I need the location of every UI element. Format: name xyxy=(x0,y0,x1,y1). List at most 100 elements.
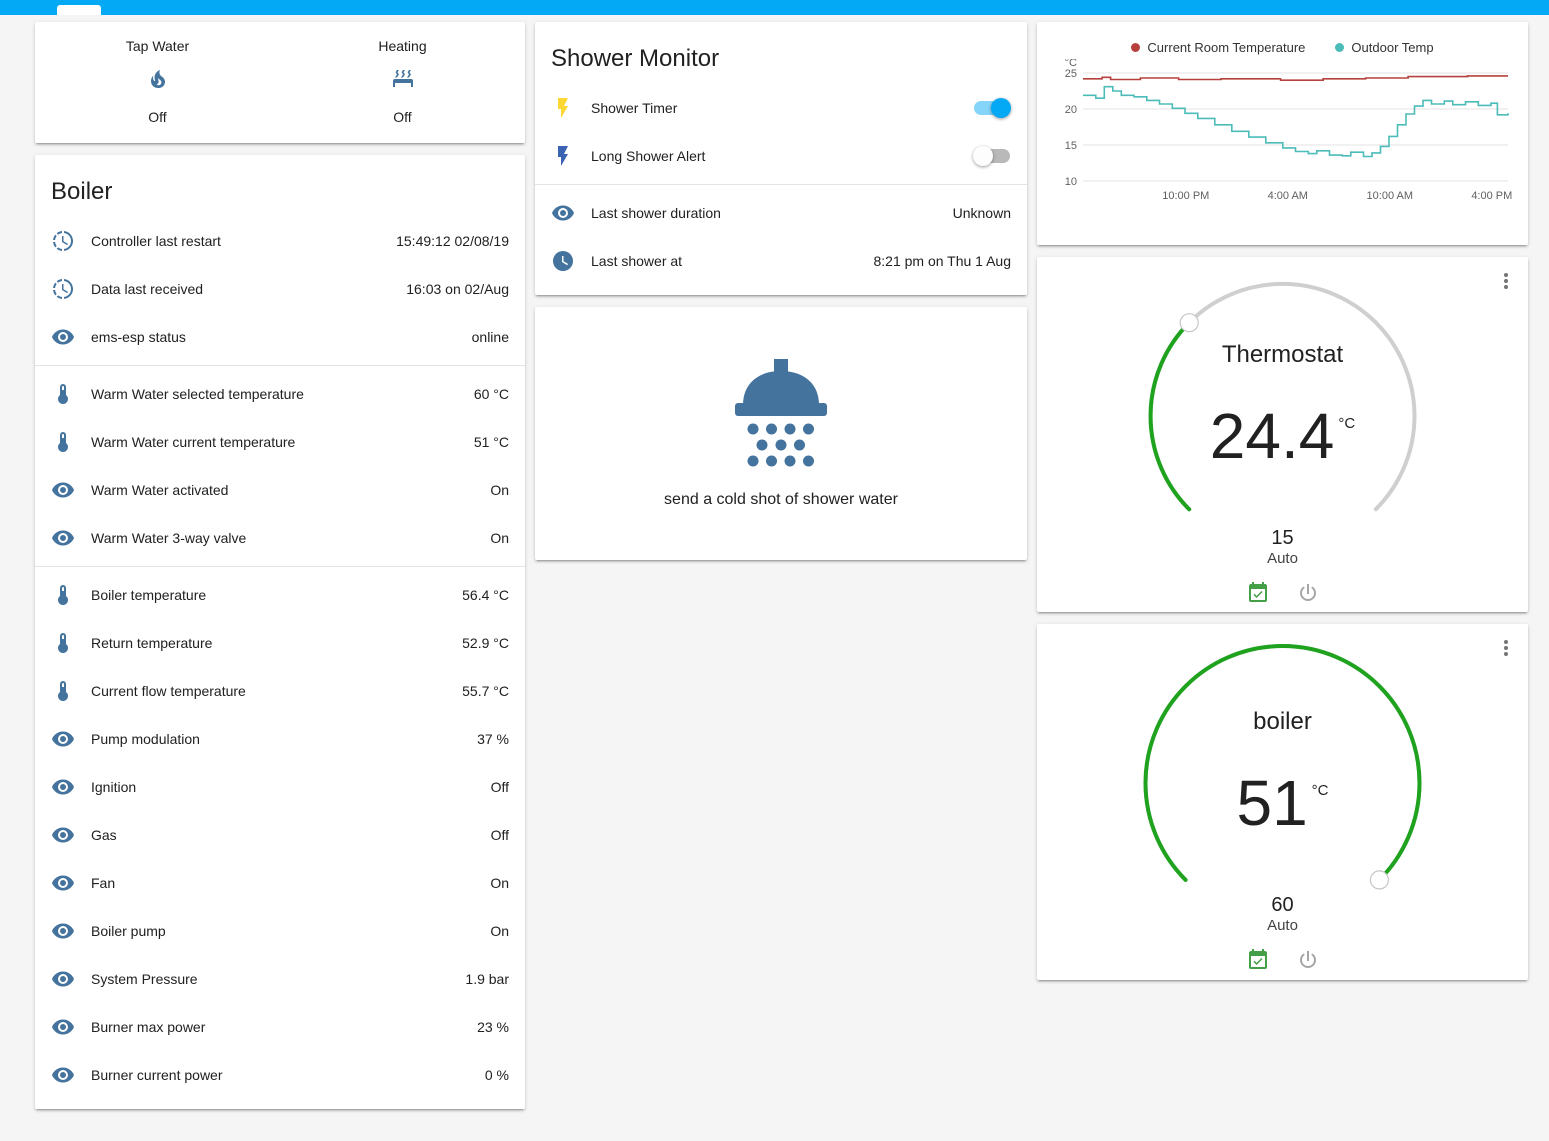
chart-legend: Current Room Temperature Outdoor Temp xyxy=(1049,32,1516,59)
entity-value: 60 °C xyxy=(474,386,509,402)
glance-item-tap-water[interactable]: Tap Water Off xyxy=(35,38,280,125)
entity-row-system-pressure[interactable]: System Pressure1.9 bar xyxy=(35,955,525,1003)
toggle-long-shower-alert[interactable] xyxy=(973,146,1011,166)
entity-row-shower-timer[interactable]: Shower Timer xyxy=(535,84,1027,132)
entity-row-return-temperature[interactable]: Return temperature 52.9 °C xyxy=(35,619,525,667)
series-outdoor-temp xyxy=(1083,87,1508,157)
top-app-bar xyxy=(0,0,1549,15)
glance-state: Off xyxy=(393,109,411,125)
thermometer-icon xyxy=(51,430,75,454)
dial-actions xyxy=(1037,947,1528,973)
legend-label: Outdoor Temp xyxy=(1351,40,1433,55)
y-tick-label: 20 xyxy=(1065,104,1077,116)
power-icon xyxy=(1296,948,1320,972)
row-icon-wrap xyxy=(551,201,591,225)
shower-action-card[interactable]: send a cold shot of shower water xyxy=(535,307,1027,560)
entity-value: On xyxy=(490,923,509,939)
toggle-knob xyxy=(991,98,1011,118)
entity-row-controller-last-restart[interactable]: Controller last restart15:49:12 02/08/19 xyxy=(35,217,525,265)
card-menu-button[interactable] xyxy=(1490,632,1522,664)
entity-row-ems-esp-status[interactable]: ems-esp statusonline xyxy=(35,313,525,361)
entity-row-boiler-temperature[interactable]: Boiler temperature56.4 °C xyxy=(35,571,525,619)
entity-row-gas[interactable]: Gas Off xyxy=(35,811,525,859)
unit-label: °C xyxy=(1312,752,1329,830)
x-tick-label: 10:00 AM xyxy=(1367,190,1413,202)
series-current-room-temperature xyxy=(1083,76,1508,80)
toggle-knob xyxy=(973,146,993,166)
power-icon xyxy=(1296,581,1320,605)
shower-icon xyxy=(720,359,842,469)
entity-row-current-flow-temperature[interactable]: Current flow temperature55.7 °C xyxy=(35,667,525,715)
entity-label: Burner current power xyxy=(91,1067,475,1083)
calendar-sync-button[interactable] xyxy=(1245,580,1271,606)
fire-icon xyxy=(146,67,170,91)
entity-label: Pump modulation xyxy=(91,731,467,747)
row-icon-wrap xyxy=(51,871,91,895)
shower-monitor-card: Shower Monitor Shower Timer Long Shower A… xyxy=(535,22,1027,295)
row-icon-wrap xyxy=(51,727,91,751)
row-icon-wrap xyxy=(51,1015,91,1039)
thermometer-icon xyxy=(51,583,75,607)
entity-label: Burner max power xyxy=(91,1019,467,1035)
eye-icon xyxy=(51,325,75,349)
power-button[interactable] xyxy=(1295,947,1321,973)
toggle-shower-timer[interactable] xyxy=(973,98,1011,118)
entity-row-burner-max-power[interactable]: Burner max power23 % xyxy=(35,1003,525,1051)
shower-monitor-title: Shower Monitor xyxy=(535,22,1027,84)
entity-label: Fan xyxy=(91,875,480,891)
entity-row-data-last-received[interactable]: Data last received16:03 on 02/Aug xyxy=(35,265,525,313)
x-tick-label: 10:00 PM xyxy=(1162,190,1209,202)
entity-row-last-shower-duration[interactable]: Last shower durationUnknown xyxy=(535,189,1027,237)
entity-row-burner-current-power[interactable]: Burner current power0 % xyxy=(35,1051,525,1099)
row-icon-wrap xyxy=(51,382,91,406)
entity-label: Long Shower Alert xyxy=(591,148,963,164)
entity-value: 37 % xyxy=(477,731,509,747)
card-menu-button[interactable] xyxy=(1490,265,1522,297)
unit-label: °C xyxy=(1338,385,1355,463)
entity-row-boiler-pump[interactable]: Boiler pumpOn xyxy=(35,907,525,955)
flash-icon xyxy=(551,144,575,168)
legend-item-current-room-temperature: Current Room Temperature xyxy=(1131,40,1305,55)
entity-row-pump-modulation[interactable]: Pump modulation 37 % xyxy=(35,715,525,763)
x-tick-label: 4:00 AM xyxy=(1268,190,1308,202)
progress-clock-icon xyxy=(51,229,75,253)
entity-value: Off xyxy=(491,827,509,843)
middle-column: Shower Monitor Shower Timer Long Shower A… xyxy=(535,22,1027,560)
flash-icon xyxy=(551,96,575,120)
entity-row-warm-water-activated[interactable]: Warm Water activatedOn xyxy=(35,466,525,514)
current-temperature: 24.4°C xyxy=(1037,397,1528,493)
entity-row-warm-water-selected-temperature[interactable]: Warm Water selected temperature 60 °C xyxy=(35,370,525,418)
eye-icon xyxy=(51,727,75,751)
entity-row-warm-water-3-way-valve[interactable]: Warm Water 3-way valveOn xyxy=(35,514,525,562)
calendar-sync-icon xyxy=(1246,581,1270,605)
power-button[interactable] xyxy=(1295,580,1321,606)
row-icon-wrap xyxy=(551,96,591,120)
entity-label: Return temperature xyxy=(91,635,452,651)
calendar-sync-button[interactable] xyxy=(1245,947,1271,973)
entity-row-long-shower-alert[interactable]: Long Shower Alert xyxy=(535,132,1027,180)
eye-icon xyxy=(551,201,575,225)
entity-value: 52.9 °C xyxy=(462,635,509,651)
row-icon-wrap xyxy=(51,430,91,454)
entity-row-ignition[interactable]: IgnitionOff xyxy=(35,763,525,811)
entity-row-fan[interactable]: FanOn xyxy=(35,859,525,907)
divider xyxy=(35,566,525,567)
dial-title: boiler xyxy=(1037,624,1528,736)
entity-row-warm-water-current-temperature[interactable]: Warm Water current temperature51 °C xyxy=(35,418,525,466)
entity-row-last-shower-at[interactable]: Last shower at8:21 pm on Thu 1 Aug xyxy=(535,237,1027,285)
dial-actions xyxy=(1037,580,1528,606)
entity-label: Warm Water current temperature xyxy=(91,434,464,450)
dots-vertical-icon xyxy=(1494,269,1518,293)
dots-vertical-icon xyxy=(1494,636,1518,660)
hvac-mode: Auto xyxy=(1037,917,1528,935)
entity-value: Unknown xyxy=(953,205,1011,221)
history-graph-card: Current Room TemperatureOutdoor Temp 252… xyxy=(1037,22,1528,245)
eye-icon xyxy=(51,1015,75,1039)
eye-icon xyxy=(51,526,75,550)
entity-label: Gas xyxy=(91,827,481,843)
entity-label: Warm Water selected temperature xyxy=(91,386,464,402)
glance-item-heating[interactable]: Heating Off xyxy=(280,38,525,125)
shower-action-label: send a cold shot of shower water xyxy=(664,491,898,509)
temperature-chart: 25201510°C10:00 PM4:00 AM10:00 AM4:00 PM xyxy=(1049,59,1516,231)
row-icon-wrap xyxy=(51,478,91,502)
